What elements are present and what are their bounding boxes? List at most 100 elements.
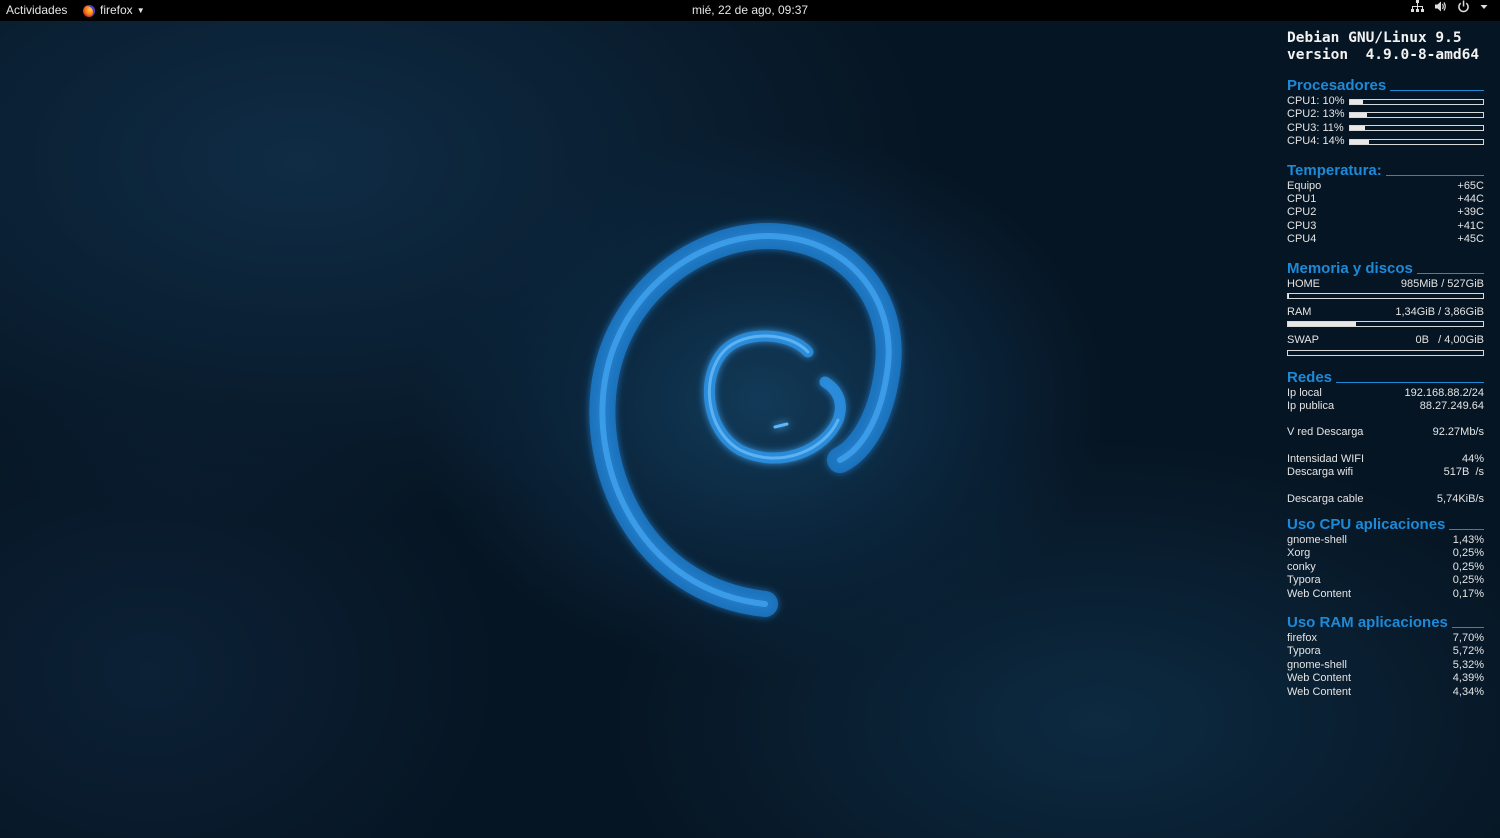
cpu-usage-fill xyxy=(1350,113,1368,118)
top-panel: Actividades firefox ▼ mié, 22 de ago, 09… xyxy=(0,0,1500,21)
temperature-row-value: +39C xyxy=(1457,206,1484,219)
cpu-usage-fill xyxy=(1350,126,1365,131)
temperature-row-name: CPU1 xyxy=(1287,192,1317,205)
temperature-row-value: +44C xyxy=(1457,192,1484,205)
ram-app-row-value: 4,34% xyxy=(1452,685,1484,698)
activities-button[interactable]: Actividades xyxy=(6,0,67,21)
ram-app-row-name: Typora xyxy=(1287,645,1321,658)
cpu-label: CPU2: 13% xyxy=(1287,108,1345,121)
memory-name: RAM xyxy=(1287,305,1312,318)
memory-row: HOME 985MiB / 527GiB xyxy=(1287,278,1484,291)
memory-name: SWAP xyxy=(1287,334,1319,347)
ram-app-row-value: 5,32% xyxy=(1452,658,1484,671)
cpu-app-row-name: Typora xyxy=(1287,574,1321,587)
cpu-app-row: Xorg 0,25% xyxy=(1287,547,1484,560)
desktop-wallpaper xyxy=(0,21,1500,838)
memory-value: 1,34GiB / 3,86GiB xyxy=(1395,305,1484,318)
memory-list: HOME 985MiB / 527GiB RAM 1,34GiB / 3,86GiB S… xyxy=(1287,278,1484,356)
ram-app-row-value: 7,70% xyxy=(1452,631,1484,644)
power-icon[interactable] xyxy=(1457,0,1470,13)
public-ip-row: Ip publica 88.27.249.64 xyxy=(1287,400,1484,413)
firefox-icon xyxy=(83,4,95,17)
cpu-row: CPU3: 11% xyxy=(1287,122,1484,135)
wifi-download-row: Descarga wifi 517B /s xyxy=(1287,466,1484,479)
cable-download-row: Descarga cable 5,74KiB/s xyxy=(1287,492,1484,505)
cpu-app-row-value: 0,25% xyxy=(1452,560,1484,573)
debian-swirl-logo xyxy=(589,222,902,617)
temperature-row-name: CPU2 xyxy=(1287,206,1317,219)
ram-app-row-name: Web Content xyxy=(1287,672,1352,685)
app-menu-button[interactable]: firefox ▼ xyxy=(83,0,145,21)
conky-widget: Debian GNU/Linux 9.5 version 4.9.0-8-amd… xyxy=(1287,30,1484,699)
memory-name: HOME xyxy=(1287,277,1320,290)
wifi-strength-row: Intensidad WIFI 44% xyxy=(1287,452,1484,465)
cpu-list: CPU1: 10% CPU2: 13% CPU3: 11% CPU4: 14% xyxy=(1287,95,1484,149)
cpu-apps-list: gnome-shell 1,43% Xorg 0,25% conky 0,25% Typor… xyxy=(1287,534,1484,601)
memory-header: Memoria y discos xyxy=(1287,260,1484,278)
cpu-label: CPU4: 14% xyxy=(1287,135,1345,148)
ram-apps-list: firefox 7,70% Typora 5,72% gnome-shell 5,32% W… xyxy=(1287,632,1484,699)
cpu-app-row: Typora 0,25% xyxy=(1287,574,1484,587)
memory-usage-bar xyxy=(1287,349,1484,356)
cpu-row: CPU4: 14% xyxy=(1287,135,1484,148)
ram-apps-header: Uso RAM aplicaciones xyxy=(1287,614,1484,632)
temperature-row: CPU3 +41C xyxy=(1287,220,1484,233)
temperature-header: Temperatura: xyxy=(1287,162,1484,180)
cpu-app-row-value: 1,43% xyxy=(1452,534,1484,547)
cpu-app-row-name: conky xyxy=(1287,560,1316,573)
system-tray[interactable] xyxy=(1411,0,1488,13)
temperature-row-value: +65C xyxy=(1457,179,1484,192)
ram-app-row: Web Content 4,34% xyxy=(1287,686,1484,699)
cpu-app-row-value: 0,25% xyxy=(1452,547,1484,560)
kernel-version: version 4.9.0-8-amd64 xyxy=(1287,47,1480,63)
ram-app-row: Typora 5,72% xyxy=(1287,645,1484,658)
clock-button[interactable]: mié, 22 de ago, 09:37 xyxy=(0,0,1500,21)
ram-app-row-name: gnome-shell xyxy=(1287,658,1347,671)
cpu-app-row: gnome-shell 1,43% xyxy=(1287,534,1484,547)
ram-app-row-name: firefox xyxy=(1287,631,1317,644)
cpu-app-row: conky 0,25% xyxy=(1287,561,1484,574)
caret-down-icon[interactable] xyxy=(1480,0,1488,13)
ram-app-row-value: 4,39% xyxy=(1452,672,1484,685)
temperature-row-value: +41C xyxy=(1457,219,1484,232)
app-menu-label: firefox xyxy=(100,3,133,17)
ram-app-row-name: Web Content xyxy=(1287,685,1352,698)
os-name: Debian GNU/Linux 9.5 xyxy=(1287,30,1462,46)
temperature-row: CPU1 +44C xyxy=(1287,193,1484,206)
cpu-usage-fill xyxy=(1350,99,1364,104)
cpu-usage-bar xyxy=(1349,125,1484,132)
cpu-usage-fill xyxy=(1350,139,1369,144)
temperature-row-name: CPU4 xyxy=(1287,233,1317,246)
temperature-row: CPU4 +45C xyxy=(1287,233,1484,246)
memory-value: 0B / 4,00GiB xyxy=(1415,334,1484,347)
memory-row: RAM 1,34GiB / 3,86GiB xyxy=(1287,306,1484,319)
network-icon[interactable] xyxy=(1411,0,1424,13)
cpu-usage-bar xyxy=(1349,138,1484,145)
temperature-list: Equipo +65C CPU1 +44C CPU2 +39C CPU3 +41C CPU4 +4… xyxy=(1287,180,1484,247)
cpu-usage-bar xyxy=(1349,98,1484,105)
cpu-app-row-value: 0,25% xyxy=(1452,574,1484,587)
memory-row: SWAP 0B / 4,00GiB xyxy=(1287,334,1484,347)
memory-usage-fill xyxy=(1288,322,1356,327)
temperature-row: Equipo +65C xyxy=(1287,180,1484,193)
cpu-usage-bar xyxy=(1349,112,1484,119)
ram-app-row: firefox 7,70% xyxy=(1287,632,1484,645)
cpu-app-row-name: Web Content xyxy=(1287,587,1352,600)
volume-icon[interactable] xyxy=(1434,0,1447,13)
cpu-apps-header: Uso CPU aplicaciones xyxy=(1287,516,1484,534)
cpu-app-row-value: 0,17% xyxy=(1452,587,1484,600)
cpu-app-row-name: gnome-shell xyxy=(1287,534,1347,547)
cpu-app-row: Web Content 0,17% xyxy=(1287,588,1484,601)
temperature-row-value: +45C xyxy=(1457,233,1484,246)
temperature-row-name: CPU3 xyxy=(1287,219,1317,232)
memory-usage-bar xyxy=(1287,321,1484,328)
processors-header: Procesadores xyxy=(1287,77,1484,95)
cpu-label: CPU1: 10% xyxy=(1287,95,1345,107)
cpu-label: CPU3: 11% xyxy=(1287,121,1344,134)
local-ip-row: Ip local 192.168.88.2/24 xyxy=(1287,386,1484,399)
ram-app-row-value: 5,72% xyxy=(1452,645,1484,658)
ram-app-row: Web Content 4,39% xyxy=(1287,672,1484,685)
networks-header: Redes xyxy=(1287,369,1484,387)
download-speed-row: V red Descarga 92.27Mb/s xyxy=(1287,426,1484,439)
caret-down-icon: ▼ xyxy=(136,6,145,15)
